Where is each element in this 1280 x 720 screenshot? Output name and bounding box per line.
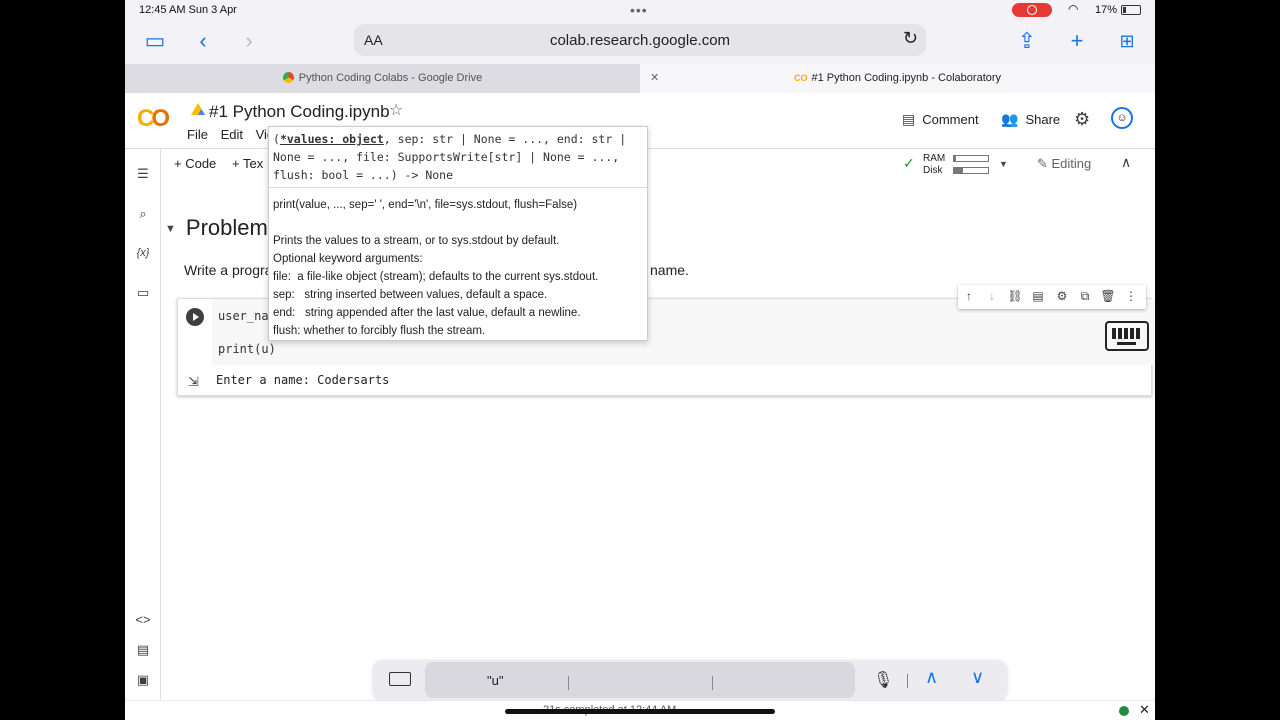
- notebook-title[interactable]: #1 Python Coding.ipynb: [209, 102, 390, 122]
- problem-description: Write a progra: [184, 262, 273, 278]
- people-icon: 👥: [1001, 111, 1019, 127]
- ram-bar: [953, 155, 989, 162]
- mirror-cell-icon[interactable]: ⧉: [1076, 289, 1094, 304]
- doc-usage: print(value, ..., sep=' ', end='\n', fil…: [273, 199, 578, 211]
- comment-cell-icon[interactable]: ▤: [1029, 289, 1047, 303]
- status-ok-icon: [1119, 706, 1129, 716]
- colab-tab-icon: CO: [793, 73, 808, 83]
- chevron-up-icon[interactable]: ∧: [1121, 154, 1131, 171]
- cell-output: Enter a name: Codersarts: [216, 373, 390, 387]
- pencil-icon: ✎: [1037, 156, 1052, 171]
- ram-label: RAM: [923, 153, 946, 164]
- status-time: 12:45 AM Sun 3 Apr: [139, 4, 237, 16]
- battery-icon: [1121, 5, 1141, 15]
- comment-button[interactable]: ▤ Comment: [902, 111, 979, 128]
- delete-icon[interactable]: 🗑: [1099, 289, 1117, 303]
- code-snippets-icon[interactable]: <>: [134, 611, 152, 629]
- doc-line: flush: whether to forcibly flush the str…: [273, 325, 486, 337]
- run-cell-button[interactable]: [186, 308, 204, 326]
- doc-line: end: string appended after the last valu…: [273, 307, 581, 319]
- tab-overview-icon[interactable]: ⊞: [1113, 28, 1141, 56]
- keyboard-toggle-icon[interactable]: [389, 672, 411, 686]
- close-tab-icon[interactable]: ✕: [650, 64, 659, 93]
- url-text[interactable]: colab.research.google.com: [354, 32, 926, 49]
- tab-colab[interactable]: ✕ CO #1 Python Coding.ipynb - Colaborator…: [640, 64, 1155, 93]
- settings-gear-icon[interactable]: ⚙: [1074, 109, 1090, 130]
- disk-label: Disk: [923, 165, 943, 176]
- signature-active-param: *values: object: [279, 132, 384, 146]
- previous-field-icon[interactable]: ∧: [925, 667, 938, 688]
- star-icon[interactable]: ☆: [389, 100, 403, 120]
- sidebar-toggle-icon[interactable]: ▭: [141, 28, 169, 56]
- output-icon[interactable]: ⇲: [188, 374, 199, 390]
- function-signature: (*values: object, sep: str | None = ...,…: [269, 127, 647, 188]
- move-down-icon[interactable]: ↓: [983, 289, 1001, 303]
- move-up-icon[interactable]: ↑: [960, 289, 978, 303]
- chevron-down-icon[interactable]: ▼: [999, 158, 1008, 170]
- keyboard-shortcut-bar: "u" 🎙 ∧ ∨: [373, 660, 1007, 700]
- drive-icon[interactable]: [191, 103, 205, 115]
- cell-toolbar: ↑ ↓ ⛓ ▤ ⚙ ⧉ 🗑 ⋮: [958, 285, 1146, 309]
- variables-icon[interactable]: {x}: [134, 244, 152, 262]
- home-indicator[interactable]: [505, 709, 775, 714]
- search-icon[interactable]: ⌕: [134, 205, 152, 223]
- code-line-2: print(u): [218, 342, 276, 356]
- share-button[interactable]: 👥 Share: [1001, 111, 1060, 128]
- files-folder-icon[interactable]: ▭: [134, 284, 152, 302]
- section-heading[interactable]: ▼ Problem: [165, 215, 268, 241]
- cell-settings-icon[interactable]: ⚙: [1053, 289, 1071, 303]
- wifi-icon: ◠: [1068, 2, 1079, 16]
- signature-line-2: None = ..., file: SupportsWrite[str] | N…: [273, 150, 620, 164]
- disk-bar: [953, 167, 989, 174]
- editing-mode-button[interactable]: ✎ Editing: [1037, 156, 1091, 172]
- doc-line: Optional keyword arguments:: [273, 253, 423, 265]
- new-tab-icon[interactable]: +: [1063, 28, 1091, 56]
- reload-icon[interactable]: ↻: [903, 28, 918, 49]
- browser-tabs: Python Coding Colabs - Google Drive ✕ CO…: [125, 64, 1155, 93]
- signature-tooltip: (*values: object, sep: str | None = ...,…: [268, 126, 648, 341]
- multitask-dots-icon[interactable]: •••: [630, 2, 648, 18]
- microphone-icon[interactable]: 🎙: [873, 670, 893, 690]
- avatar[interactable]: ☺: [1111, 107, 1133, 129]
- left-rail: ☰ ⌕ {x} ▭ <> ▤ ▣: [125, 149, 161, 720]
- tab-google-drive[interactable]: Python Coding Colabs - Google Drive: [125, 64, 640, 93]
- command-palette-icon[interactable]: ▤: [134, 641, 152, 659]
- code-line-1: user_na: [218, 309, 269, 323]
- forward-icon[interactable]: ›: [235, 28, 263, 56]
- ipad-screen: 12:45 AM Sun 3 Apr ••• ◠ 17% ▭ ‹ › AA co…: [125, 0, 1155, 720]
- doc-line: Prints the values to a stream, or to sys…: [273, 235, 560, 247]
- close-icon[interactable]: ✕: [1139, 702, 1150, 718]
- collapse-triangle-icon[interactable]: ▼: [165, 223, 176, 235]
- address-bar[interactable]: AA colab.research.google.com ↻: [354, 24, 926, 56]
- add-text-button[interactable]: + Tex: [232, 156, 263, 171]
- safari-toolbar: ▭ ‹ › AA colab.research.google.com ↻ ⇪ +…: [125, 20, 1155, 64]
- docstring: print(value, ..., sep=' ', end='\n', fil…: [269, 188, 647, 348]
- link-icon[interactable]: ⛓: [1006, 289, 1024, 303]
- menu-file[interactable]: File: [187, 127, 208, 142]
- menu-edit[interactable]: Edit: [221, 127, 243, 142]
- colab-logo[interactable]: CO: [137, 105, 170, 133]
- next-field-icon[interactable]: ∨: [971, 667, 984, 688]
- table-of-contents-icon[interactable]: ☰: [134, 165, 152, 183]
- problem-description-end: name.: [650, 262, 689, 278]
- battery-percent: 17%: [1095, 4, 1118, 16]
- share-sheet-icon[interactable]: ⇪: [1013, 28, 1041, 56]
- connected-check-icon: ✓: [903, 155, 915, 171]
- predictive-text-bar: "u": [425, 662, 855, 698]
- doc-line: sep: string inserted between values, def…: [273, 289, 548, 301]
- suggestion-word[interactable]: "u": [487, 673, 503, 688]
- back-icon[interactable]: ‹: [189, 28, 217, 56]
- terminal-icon[interactable]: ▣: [134, 671, 152, 689]
- add-code-button[interactable]: + Code: [174, 156, 216, 171]
- comment-icon: ▤: [902, 111, 916, 127]
- chrome-icon: [282, 72, 294, 83]
- keyboard-icon[interactable]: [1105, 321, 1149, 351]
- more-options-icon[interactable]: ⋮: [1122, 289, 1140, 303]
- signature-line-3: flush: bool = ...) -> None: [273, 168, 454, 182]
- screen-record-icon: [1012, 3, 1052, 17]
- doc-line: file: a file-like object (stream); defau…: [273, 271, 599, 283]
- status-bar: 12:45 AM Sun 3 Apr ••• ◠ 17%: [125, 0, 1155, 20]
